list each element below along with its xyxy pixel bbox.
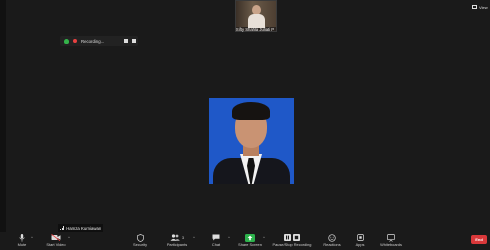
security-shield-icon	[136, 233, 144, 242]
participants-label: Participants	[166, 242, 188, 247]
pause-recording-icon[interactable]	[124, 39, 128, 43]
signal-icon	[60, 226, 65, 230]
shield-icon	[64, 38, 69, 44]
reactions-smiley-icon	[328, 233, 336, 242]
share-screen-icon	[245, 233, 255, 242]
security-label: Security	[132, 242, 148, 247]
whiteboard-icon	[387, 233, 395, 242]
start-video-label: Start Video	[46, 242, 66, 247]
chat-options-caret[interactable]: ^	[228, 235, 230, 240]
share-screen-label: Share Screen	[238, 242, 262, 247]
apps-label: Apps	[355, 242, 365, 247]
speaker-name-label: Hamza Kurniawan	[58, 224, 104, 232]
mute-button[interactable]: Mute	[12, 233, 32, 250]
speaker-name: Hamza Kurniawan	[66, 225, 102, 231]
pause-stop-icon	[284, 233, 300, 242]
pause-recording-label: Pause/Stop Recording	[272, 242, 312, 247]
active-speaker-video	[209, 98, 294, 184]
participants-button[interactable]: 3 Participants	[163, 233, 191, 250]
participants-options-caret[interactable]: ^	[193, 235, 195, 240]
mute-label: Mute	[17, 242, 27, 247]
participants-icon: 3	[170, 233, 184, 242]
mute-options-caret[interactable]: ^	[31, 235, 33, 240]
security-button[interactable]: Security	[128, 233, 152, 250]
end-meeting-button[interactable]: End	[471, 235, 487, 244]
window-edge	[0, 0, 6, 232]
whiteboards-label: Whiteboards	[380, 242, 402, 247]
grid-view-icon	[472, 5, 477, 9]
pause-stop-recording-button[interactable]: Pause/Stop Recording	[270, 233, 314, 250]
share-screen-button[interactable]: Share Screen	[236, 233, 264, 250]
start-video-button[interactable]: Start Video	[43, 233, 69, 250]
reactions-button[interactable]: Reactions	[320, 233, 344, 250]
apps-icon	[356, 233, 364, 242]
participants-count: 3	[182, 235, 184, 240]
share-options-caret[interactable]: ^	[263, 235, 265, 240]
recording-indicator: Recording...	[60, 36, 138, 46]
stop-recording-icon[interactable]	[132, 39, 137, 43]
microphone-icon	[19, 233, 25, 242]
view-button[interactable]: View	[472, 3, 490, 11]
recording-label: Recording...	[81, 38, 105, 44]
video-camera-icon	[51, 233, 61, 242]
apps-button[interactable]: Apps	[350, 233, 370, 250]
video-options-caret[interactable]: ^	[68, 235, 70, 240]
chat-label: Chat	[211, 242, 221, 247]
whiteboards-button[interactable]: Whiteboards	[376, 233, 406, 250]
view-label: View	[479, 4, 488, 10]
chat-button[interactable]: Chat	[205, 233, 227, 250]
thumbnail-name: Sifty Shahla Juliati P	[235, 27, 275, 32]
record-dot-icon	[73, 39, 77, 43]
reactions-label: Reactions	[323, 242, 341, 247]
chat-icon	[212, 233, 220, 242]
